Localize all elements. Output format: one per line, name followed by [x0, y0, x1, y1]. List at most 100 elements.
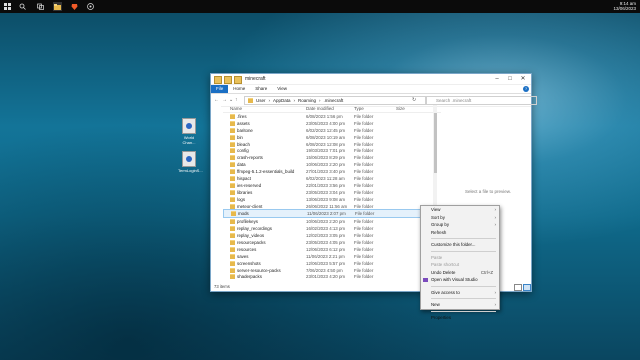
menu-item-sort-by[interactable]: Sort by ›: [421, 214, 499, 222]
minimize-button[interactable]: –: [491, 75, 503, 83]
folder-icon: [230, 162, 235, 168]
file-name: .fires: [237, 113, 247, 119]
windows-icon[interactable]: [3, 2, 12, 11]
type-cell: File folder: [354, 196, 374, 202]
file-row[interactable]: config 19/03/2023 7:01 pm File folder: [223, 147, 441, 154]
menu-item-label: View: [431, 207, 441, 212]
up-icon[interactable]: ↑: [235, 97, 238, 103]
file-row[interactable]: bleach 6/08/2023 12:08 pm File folder: [223, 141, 441, 148]
menu-item-open-with-visual-studio[interactable]: Open with Visual Studio: [421, 276, 499, 284]
menu-item-view[interactable]: View ›: [421, 206, 499, 214]
file-row[interactable]: data 10/06/2023 2:20 pm File folder: [223, 161, 441, 168]
tab-view[interactable]: View: [272, 85, 292, 93]
file-row[interactable]: .fires 6/08/2023 1:56 pm File folder: [223, 113, 441, 120]
desktop-icon-world-chan[interactable]: World Chan...: [178, 118, 200, 145]
file-row[interactable]: ies-reserved 22/01/2023 3:56 pm File folde…: [223, 182, 441, 189]
menu-separator: [431, 310, 496, 312]
file-name: assets: [237, 120, 250, 126]
brave-browser-icon[interactable]: [70, 2, 79, 11]
tab-file[interactable]: File: [211, 85, 229, 93]
menu-item-give-access-to[interactable]: Give access to ›: [421, 289, 499, 297]
large-icons-view-icon[interactable]: [523, 284, 531, 291]
file-row[interactable]: meteor-client 26/06/2022 11:56 am File fol…: [223, 203, 441, 210]
properties-icon[interactable]: [224, 76, 232, 84]
file-name-cell: libraries: [230, 189, 306, 195]
file-row[interactable]: screenshots 12/06/2023 5:57 pm File folder: [223, 260, 441, 267]
breadcrumb-minecraft[interactable]: .minecraft: [324, 98, 344, 103]
tab-home[interactable]: Home: [228, 85, 250, 93]
menu-item-label: Refresh: [431, 229, 447, 235]
clock[interactable]: 9:14 am 13/06/2023: [613, 1, 636, 11]
file-name-cell: saves: [230, 253, 306, 259]
task-view-icon[interactable]: [36, 2, 45, 11]
file-row[interactable]: resourcepacks 23/05/2023 4:05 pm File fold…: [223, 239, 441, 246]
menu-item-undo-delete[interactable]: Undo Delete Ctrl+Z: [421, 269, 499, 277]
obs-icon[interactable]: [86, 2, 95, 11]
file-list[interactable]: Name Date modified Type Size .fires 6/08/…: [223, 105, 441, 286]
type-cell: File folder: [354, 260, 374, 266]
forward-icon[interactable]: →: [222, 97, 227, 103]
column-name[interactable]: Name: [230, 106, 306, 111]
tab-share[interactable]: Share: [250, 85, 272, 93]
java-file-icon: [182, 151, 196, 167]
visual-studio-icon: [423, 278, 428, 282]
help-icon[interactable]: ?: [523, 86, 529, 92]
file-name: replay_videos: [237, 233, 265, 239]
file-row[interactable]: bin 6/08/2023 10:19 am File folder: [223, 134, 441, 141]
breadcrumb-appdata[interactable]: AppData: [273, 98, 291, 103]
chevron-right-icon: ›: [494, 207, 496, 212]
folder-icon: [230, 134, 235, 140]
column-date-modified[interactable]: Date modified: [306, 106, 354, 111]
file-name-cell: ies-reserved: [230, 182, 306, 188]
file-row[interactable]: mods 11/06/2023 2:07 pm File folder: [223, 209, 441, 219]
menu-item-refresh[interactable]: Refresh: [421, 229, 499, 237]
file-name: screenshots: [237, 260, 261, 266]
menu-item-properties[interactable]: Properties: [421, 314, 499, 322]
file-row[interactable]: crash-reports 15/06/2023 8:29 pm File fold…: [223, 154, 441, 161]
menu-item-group-by[interactable]: Group by ›: [421, 221, 499, 229]
file-row[interactable]: resources 12/06/2023 6:12 pm File folder: [223, 246, 441, 253]
title-bar[interactable]: minecraft – □ ✕: [211, 74, 531, 85]
menu-item-paste: Paste: [421, 254, 499, 262]
recent-locations-icon[interactable]: ⌄: [229, 97, 233, 103]
column-size[interactable]: Size: [396, 106, 426, 111]
breadcrumb-roaming[interactable]: Roaming: [298, 98, 316, 103]
folder-icon[interactable]: [214, 76, 222, 84]
breadcrumb-user[interactable]: User: [256, 98, 266, 103]
date-modified-cell: 23/05/2023 4:00 pm: [306, 120, 346, 126]
navigation-pane[interactable]: [211, 105, 221, 286]
file-explorer-icon[interactable]: [53, 2, 62, 11]
chevron-right-icon: ›: [268, 98, 271, 103]
file-name-cell: replay_videos: [230, 233, 306, 239]
file-row[interactable]: server-resource-packs 7/06/2023 4:50 pm Fi…: [223, 267, 441, 274]
file-row[interactable]: logs 13/06/2023 9:08 am File folder: [223, 196, 441, 203]
file-name: saves: [237, 253, 249, 259]
file-row[interactable]: libraries 23/05/2023 3:04 pm File folder: [223, 189, 441, 196]
file-row[interactable]: replay_videos 12/02/2023 3:05 pm File fold…: [223, 232, 441, 239]
refresh-icon[interactable]: ↻: [412, 97, 416, 103]
new-folder-icon[interactable]: [234, 76, 242, 84]
file-row[interactable]: saves 11/06/2023 2:21 pm File folder: [223, 253, 441, 260]
menu-item-new[interactable]: New ›: [421, 301, 499, 309]
address-bar[interactable]: User › AppData › Roaming › .minecraft: [244, 96, 427, 105]
search-input[interactable]: Search .minecraft: [425, 96, 537, 105]
back-icon[interactable]: ←: [214, 97, 219, 103]
desktop-icon-label: TermLoginS...: [178, 168, 203, 173]
file-row[interactable]: replay_recordings 16/02/2023 4:13 pm File …: [223, 225, 441, 232]
maximize-button[interactable]: □: [504, 75, 516, 83]
desktop-icon-termlogin[interactable]: TermLoginS...: [178, 151, 203, 173]
file-row[interactable]: shaderpacks 23/01/2023 4:20 pm File folder: [223, 273, 441, 280]
column-type[interactable]: Type: [354, 106, 396, 111]
scrollbar-thumb[interactable]: [433, 113, 437, 173]
date-modified-cell: 23/05/2023 4:05 pm: [306, 239, 346, 245]
file-row[interactable]: assets 23/05/2023 4:00 pm File folder: [223, 120, 441, 127]
menu-item-customize-this-folder[interactable]: Customize this folder...: [421, 241, 499, 249]
details-view-icon[interactable]: [514, 284, 522, 291]
file-row[interactable]: profilekeys 10/06/2023 2:20 pm File folder: [223, 218, 441, 225]
folder-icon: [230, 127, 235, 133]
search-icon[interactable]: [18, 2, 27, 11]
close-button[interactable]: ✕: [517, 75, 529, 83]
date-modified-cell: 6/08/2023 12:08 pm: [306, 141, 346, 147]
type-cell: File folder: [355, 211, 375, 217]
file-row[interactable]: baritone 6/02/2023 12:45 pm File folder: [223, 127, 441, 134]
